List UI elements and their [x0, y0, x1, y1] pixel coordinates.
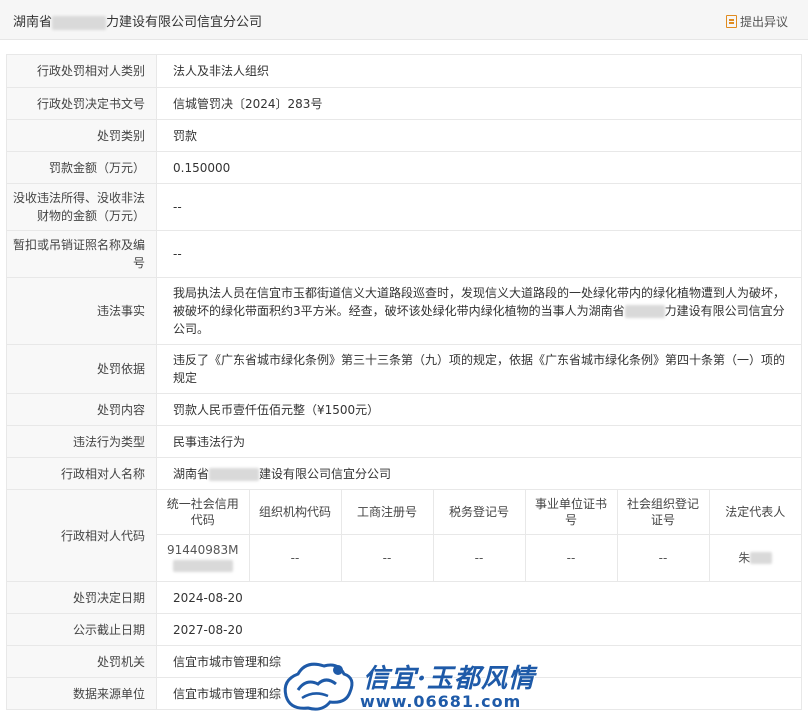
code-value: -- — [340, 533, 434, 581]
field-label: 处罚依据 — [6, 344, 157, 394]
raise-objection-button[interactable]: 提出异议 — [725, 13, 788, 30]
code-value: 朱 — [708, 533, 801, 581]
field-value: -- — [156, 183, 802, 231]
field-label: 处罚决定日期 — [6, 581, 157, 614]
row-violation-facts: 违法事实 我局执法人员在信宜市玉都街道信义大道路段巡查时，发现信义大道路段的一处… — [6, 277, 802, 345]
party-name-start: 湖南省 — [173, 466, 210, 481]
field-value: 民事违法行为 — [156, 425, 802, 458]
field-value: 我局执法人员在信宜市玉都街道信义大道路段巡查时，发现信义大道路段的一处绿化带内的… — [156, 277, 802, 345]
field-value: 罚款 — [156, 119, 802, 152]
party-code-table: 统一社会信用代码 组织机构代码 工商注册号 税务登记号 事业单位证书号 社会组织… — [157, 490, 801, 581]
field-value: 2027-08-20 — [156, 613, 802, 646]
code-value: -- — [432, 533, 526, 581]
company-title-prefix: 湖南省 — [13, 15, 53, 30]
redacted-text — [750, 552, 773, 565]
legal-rep-value: 朱 — [738, 550, 751, 565]
row-decision-date: 处罚决定日期 2024-08-20 — [6, 581, 802, 614]
code-header: 税务登记号 — [432, 490, 526, 535]
row-publish-end: 公示截止日期 2027-08-20 — [6, 613, 802, 646]
page-header: 湖南省 力建设有限公司信宜分公司 提出异议 — [0, 0, 808, 40]
company-title: 湖南省 力建设有限公司信宜分公司 — [13, 11, 262, 30]
field-label: 处罚内容 — [6, 393, 157, 426]
field-value: 0.150000 — [156, 151, 802, 184]
penalty-info-table: 行政处罚相对人类别 法人及非法人组织 行政处罚决定书文号 信城管罚决〔2024〕… — [6, 54, 802, 710]
field-value: 违反了《广东省城市绿化条例》第三十三条第（九）项的规定，依据《广东省城市绿化条例… — [156, 344, 802, 394]
field-label: 暂扣或吊销证照名称及编号 — [6, 230, 157, 278]
field-value: 法人及非法人组织 — [156, 54, 802, 88]
field-value: 信宜市城市管理和综 — [156, 677, 802, 710]
row-data-source: 数据来源单位 信宜市城市管理和综 — [6, 677, 802, 710]
field-value: 湖南省 建设有限公司信宜分公司 — [156, 457, 802, 490]
field-label: 违法事实 — [6, 277, 157, 345]
row-party-name: 行政相对人名称 湖南省 建设有限公司信宜分公司 — [6, 457, 802, 490]
row-fine-amount: 罚款金额（万元） 0.150000 — [6, 151, 802, 184]
code-value: -- — [248, 533, 342, 581]
code-header: 工商注册号 — [340, 490, 434, 535]
row-authority: 处罚机关 信宜市城市管理和综 — [6, 645, 802, 678]
field-label: 数据来源单位 — [6, 677, 157, 710]
code-header: 社会组织登记证号 — [616, 490, 710, 535]
row-penalty-type: 处罚类别 罚款 — [6, 119, 802, 152]
field-value: 罚款人民币壹仟伍佰元整（¥1500元） — [156, 393, 802, 426]
party-code-cell: 统一社会信用代码 组织机构代码 工商注册号 税务登记号 事业单位证书号 社会组织… — [156, 489, 802, 582]
field-label: 行政相对人代码 — [6, 489, 157, 582]
field-value: 信城管罚决〔2024〕283号 — [156, 87, 802, 120]
field-label: 公示截止日期 — [6, 613, 157, 646]
raise-objection-label: 提出异议 — [739, 15, 788, 29]
field-label: 没收违法所得、没收非法财物的金额（万元） — [6, 183, 157, 231]
code-value-row: 91440983M -- -- -- -- -- 朱 — [157, 533, 801, 581]
row-party-category: 行政处罚相对人类别 法人及非法人组织 — [6, 54, 802, 88]
row-decision-no: 行政处罚决定书文号 信城管罚决〔2024〕283号 — [6, 87, 802, 120]
field-label: 行政相对人名称 — [6, 457, 157, 490]
code-header: 法定代表人 — [708, 490, 801, 535]
code-value: -- — [616, 533, 710, 581]
company-title-suffix: 力建设有限公司信宜分公司 — [106, 15, 263, 30]
row-party-code: 行政相对人代码 统一社会信用代码 组织机构代码 工商注册号 税务登记号 事业单位… — [6, 489, 802, 582]
redacted-text — [624, 305, 665, 318]
row-violation-type: 违法行为类型 民事违法行为 — [6, 425, 802, 458]
field-value: -- — [156, 230, 802, 278]
redacted-text — [172, 560, 233, 573]
row-penalty-basis: 处罚依据 违反了《广东省城市绿化条例》第三十三条第（九）项的规定，依据《广东省城… — [6, 344, 802, 394]
credit-code-value: 91440983M — [167, 542, 239, 557]
code-header: 统一社会信用代码 — [157, 490, 250, 535]
code-header: 事业单位证书号 — [524, 490, 618, 535]
redacted-text — [209, 467, 260, 481]
code-value: -- — [524, 533, 618, 581]
field-label: 行政处罚决定书文号 — [6, 87, 157, 120]
code-value: 91440983M — [157, 533, 250, 581]
row-penalty-content: 处罚内容 罚款人民币壹仟伍佰元整（¥1500元） — [6, 393, 802, 426]
edit-doc-icon — [725, 15, 737, 28]
field-value: 信宜市城市管理和综 — [156, 645, 802, 678]
field-label: 处罚机关 — [6, 645, 157, 678]
redacted-text — [52, 15, 107, 30]
field-label: 罚款金额（万元） — [6, 151, 157, 184]
row-confiscation: 没收违法所得、没收非法财物的金额（万元） -- — [6, 183, 802, 231]
code-header: 组织机构代码 — [248, 490, 342, 535]
field-label: 处罚类别 — [6, 119, 157, 152]
field-value: 2024-08-20 — [156, 581, 802, 614]
code-header-row: 统一社会信用代码 组织机构代码 工商注册号 税务登记号 事业单位证书号 社会组织… — [157, 490, 801, 535]
party-name-end: 建设有限公司信宜分公司 — [259, 466, 392, 481]
field-label: 违法行为类型 — [6, 425, 157, 458]
field-label: 行政处罚相对人类别 — [6, 54, 157, 88]
row-license-suspend: 暂扣或吊销证照名称及编号 -- — [6, 230, 802, 278]
